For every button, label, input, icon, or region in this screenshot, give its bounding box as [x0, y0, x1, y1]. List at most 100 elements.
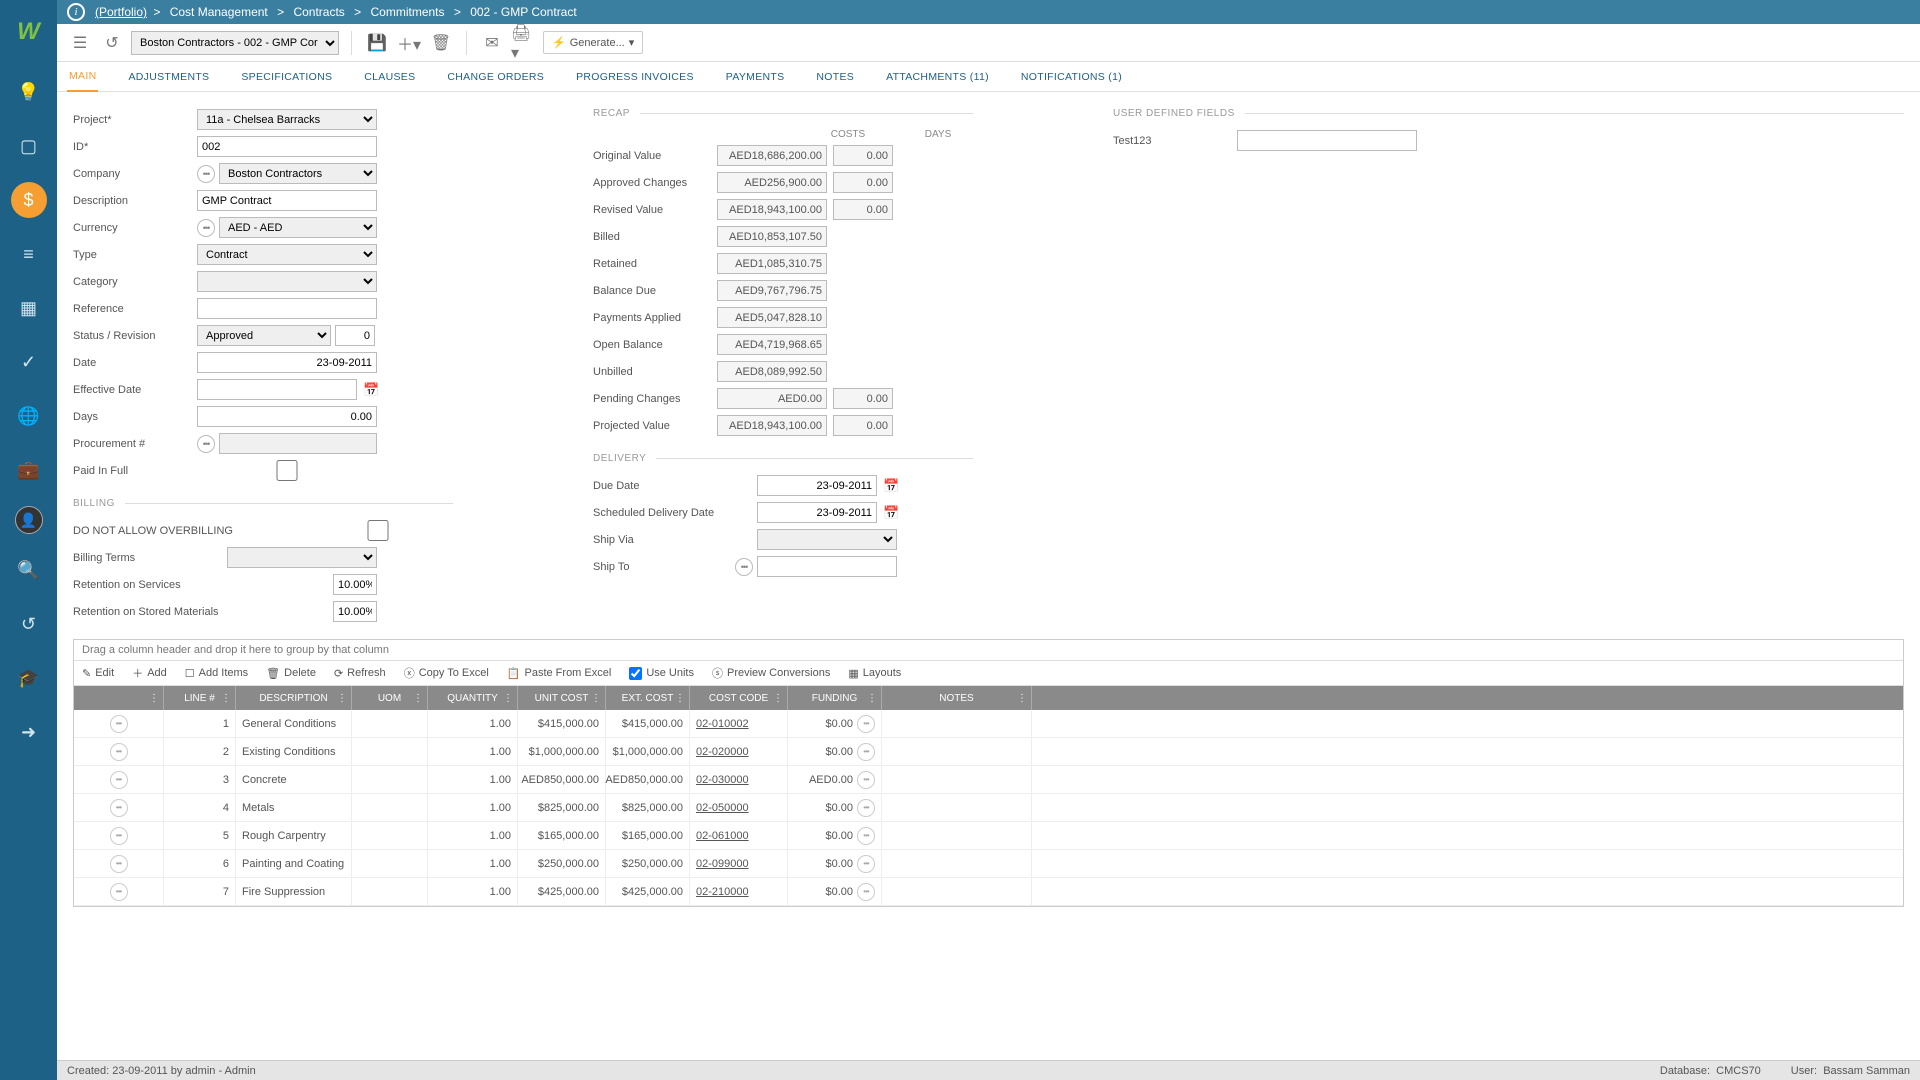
- row-actions-icon[interactable]: •••: [110, 855, 128, 873]
- funding-picker-icon[interactable]: •••: [857, 799, 875, 817]
- sidebar-item-ideas[interactable]: 💡: [11, 74, 47, 110]
- row-actions-icon[interactable]: •••: [110, 827, 128, 845]
- grid-add-button[interactable]: ＋ Add: [132, 665, 167, 681]
- funding-picker-icon[interactable]: •••: [857, 827, 875, 845]
- grid-paste-button[interactable]: 📋 Paste From Excel: [507, 667, 612, 680]
- cost-code-link[interactable]: 02-210000: [696, 886, 749, 898]
- sidebar-item-docs[interactable]: ▢: [11, 128, 47, 164]
- overbill-checkbox[interactable]: [303, 520, 453, 541]
- row-actions-icon[interactable]: •••: [110, 799, 128, 817]
- calendar-icon[interactable]: 📅: [883, 505, 899, 521]
- record-selector[interactable]: Boston Contractors - 002 - GMP Cor: [131, 31, 339, 55]
- sched-date-input[interactable]: [757, 502, 877, 523]
- revision-input[interactable]: [335, 325, 375, 346]
- grid-add-items-button[interactable]: ☐ Add Items: [185, 667, 248, 680]
- delete-icon[interactable]: 🗑: [428, 30, 454, 56]
- avatar[interactable]: 👤: [15, 506, 43, 534]
- grid-edit-button[interactable]: ✎ Edit: [82, 667, 114, 680]
- row-actions-icon[interactable]: •••: [110, 771, 128, 789]
- sidebar-item-building[interactable]: ▦: [11, 290, 47, 326]
- cost-code-link[interactable]: 02-030000: [696, 774, 749, 786]
- sidebar-item-report[interactable]: ≡: [11, 236, 47, 272]
- grid-layouts-button[interactable]: ▦ Layouts: [848, 667, 901, 680]
- sidebar-item-briefcase[interactable]: 💼: [11, 452, 47, 488]
- cost-code-link[interactable]: 02-050000: [696, 802, 749, 814]
- tab-specifications[interactable]: SPECIFICATIONS: [239, 63, 334, 91]
- date-input[interactable]: [197, 352, 377, 373]
- cost-code-link[interactable]: 02-061000: [696, 830, 749, 842]
- table-row[interactable]: •••4Metals1.00$825,000.00$825,000.0002-0…: [74, 794, 1903, 822]
- paid-checkbox[interactable]: [197, 460, 377, 481]
- procurement-picker-icon[interactable]: •••: [197, 435, 215, 453]
- days-input[interactable]: [197, 406, 377, 427]
- billing-terms-select[interactable]: [227, 547, 377, 568]
- cost-code-link[interactable]: 02-020000: [696, 746, 749, 758]
- tab-notifications[interactable]: NOTIFICATIONS (1): [1019, 63, 1124, 91]
- table-row[interactable]: •••5Rough Carpentry1.00$165,000.00$165,0…: [74, 822, 1903, 850]
- type-select[interactable]: Contract: [197, 244, 377, 265]
- info-icon[interactable]: i: [67, 3, 85, 21]
- status-select[interactable]: Approved: [197, 325, 331, 346]
- ship-via-select[interactable]: [757, 529, 897, 550]
- tab-change-orders[interactable]: CHANGE ORDERS: [445, 63, 546, 91]
- history-icon[interactable]: ↺: [99, 30, 125, 56]
- effective-input[interactable]: [197, 379, 357, 400]
- due-date-input[interactable]: [757, 475, 877, 496]
- ret-services-input[interactable]: [333, 574, 377, 595]
- table-row[interactable]: •••7Fire Suppression1.00$425,000.00$425,…: [74, 878, 1903, 906]
- sidebar-item-check[interactable]: ✓: [11, 344, 47, 380]
- grid-refresh-button[interactable]: ⟳ Refresh: [334, 667, 386, 680]
- company-select[interactable]: Boston Contractors: [219, 163, 377, 184]
- category-select[interactable]: [197, 271, 377, 292]
- reference-input[interactable]: [197, 298, 377, 319]
- row-actions-icon[interactable]: •••: [110, 743, 128, 761]
- sidebar-item-learn[interactable]: 🎓: [11, 660, 47, 696]
- test123-input[interactable]: [1237, 130, 1417, 151]
- funding-picker-icon[interactable]: •••: [857, 883, 875, 901]
- tab-clauses[interactable]: CLAUSES: [362, 63, 417, 91]
- generate-button[interactable]: ⚡ Generate... ▾: [543, 31, 643, 54]
- sidebar-item-search[interactable]: 🔍: [11, 552, 47, 588]
- row-actions-icon[interactable]: •••: [110, 715, 128, 733]
- project-select[interactable]: 11a - Chelsea Barracks: [197, 109, 377, 130]
- funding-picker-icon[interactable]: •••: [857, 743, 875, 761]
- crumb-portfolio[interactable]: (Portfolio): [95, 5, 147, 19]
- tab-adjustments[interactable]: ADJUSTMENTS: [126, 63, 211, 91]
- grid-copy-button[interactable]: ⓧ Copy To Excel: [404, 665, 489, 681]
- tab-payments[interactable]: PAYMENTS: [724, 63, 787, 91]
- currency-picker-icon[interactable]: •••: [197, 219, 215, 237]
- funding-picker-icon[interactable]: •••: [857, 715, 875, 733]
- tab-notes[interactable]: NOTES: [814, 63, 856, 91]
- crumb-3[interactable]: Commitments: [371, 5, 445, 19]
- sidebar-item-history[interactable]: ↺: [11, 606, 47, 642]
- currency-select[interactable]: AED - AED: [219, 217, 377, 238]
- funding-picker-icon[interactable]: •••: [857, 771, 875, 789]
- grid-units-checkbox[interactable]: Use Units: [629, 667, 694, 680]
- calendar-icon[interactable]: 📅: [363, 382, 379, 398]
- ship-to-input[interactable]: [757, 556, 897, 577]
- crumb-2[interactable]: Contracts: [293, 5, 344, 19]
- sidebar-item-cost[interactable]: $: [11, 182, 47, 218]
- description-input[interactable]: [197, 190, 377, 211]
- save-icon[interactable]: 💾: [364, 30, 390, 56]
- crumb-1[interactable]: Cost Management: [170, 5, 268, 19]
- cost-code-link[interactable]: 02-099000: [696, 858, 749, 870]
- ret-materials-input[interactable]: [333, 601, 377, 622]
- sidebar-item-globe[interactable]: 🌐: [11, 398, 47, 434]
- tab-main[interactable]: MAIN: [67, 62, 98, 92]
- grid-preview-button[interactable]: ⓢ Preview Conversions: [712, 665, 830, 681]
- print-icon[interactable]: 🖨▾: [511, 30, 537, 56]
- row-actions-icon[interactable]: •••: [110, 883, 128, 901]
- table-row[interactable]: •••6Painting and Coating1.00$250,000.00$…: [74, 850, 1903, 878]
- mail-icon[interactable]: ✉: [479, 30, 505, 56]
- ship-to-picker-icon[interactable]: •••: [735, 558, 753, 576]
- id-input[interactable]: [197, 136, 377, 157]
- procurement-input[interactable]: [219, 433, 377, 454]
- calendar-icon[interactable]: 📅: [883, 478, 899, 494]
- company-picker-icon[interactable]: •••: [197, 165, 215, 183]
- add-icon[interactable]: ＋▾: [396, 30, 422, 56]
- cost-code-link[interactable]: 02-010002: [696, 718, 749, 730]
- grid-delete-button[interactable]: 🗑 Delete: [266, 667, 316, 680]
- table-row[interactable]: •••2Existing Conditions1.00$1,000,000.00…: [74, 738, 1903, 766]
- tab-progress-invoices[interactable]: PROGRESS INVOICES: [574, 63, 696, 91]
